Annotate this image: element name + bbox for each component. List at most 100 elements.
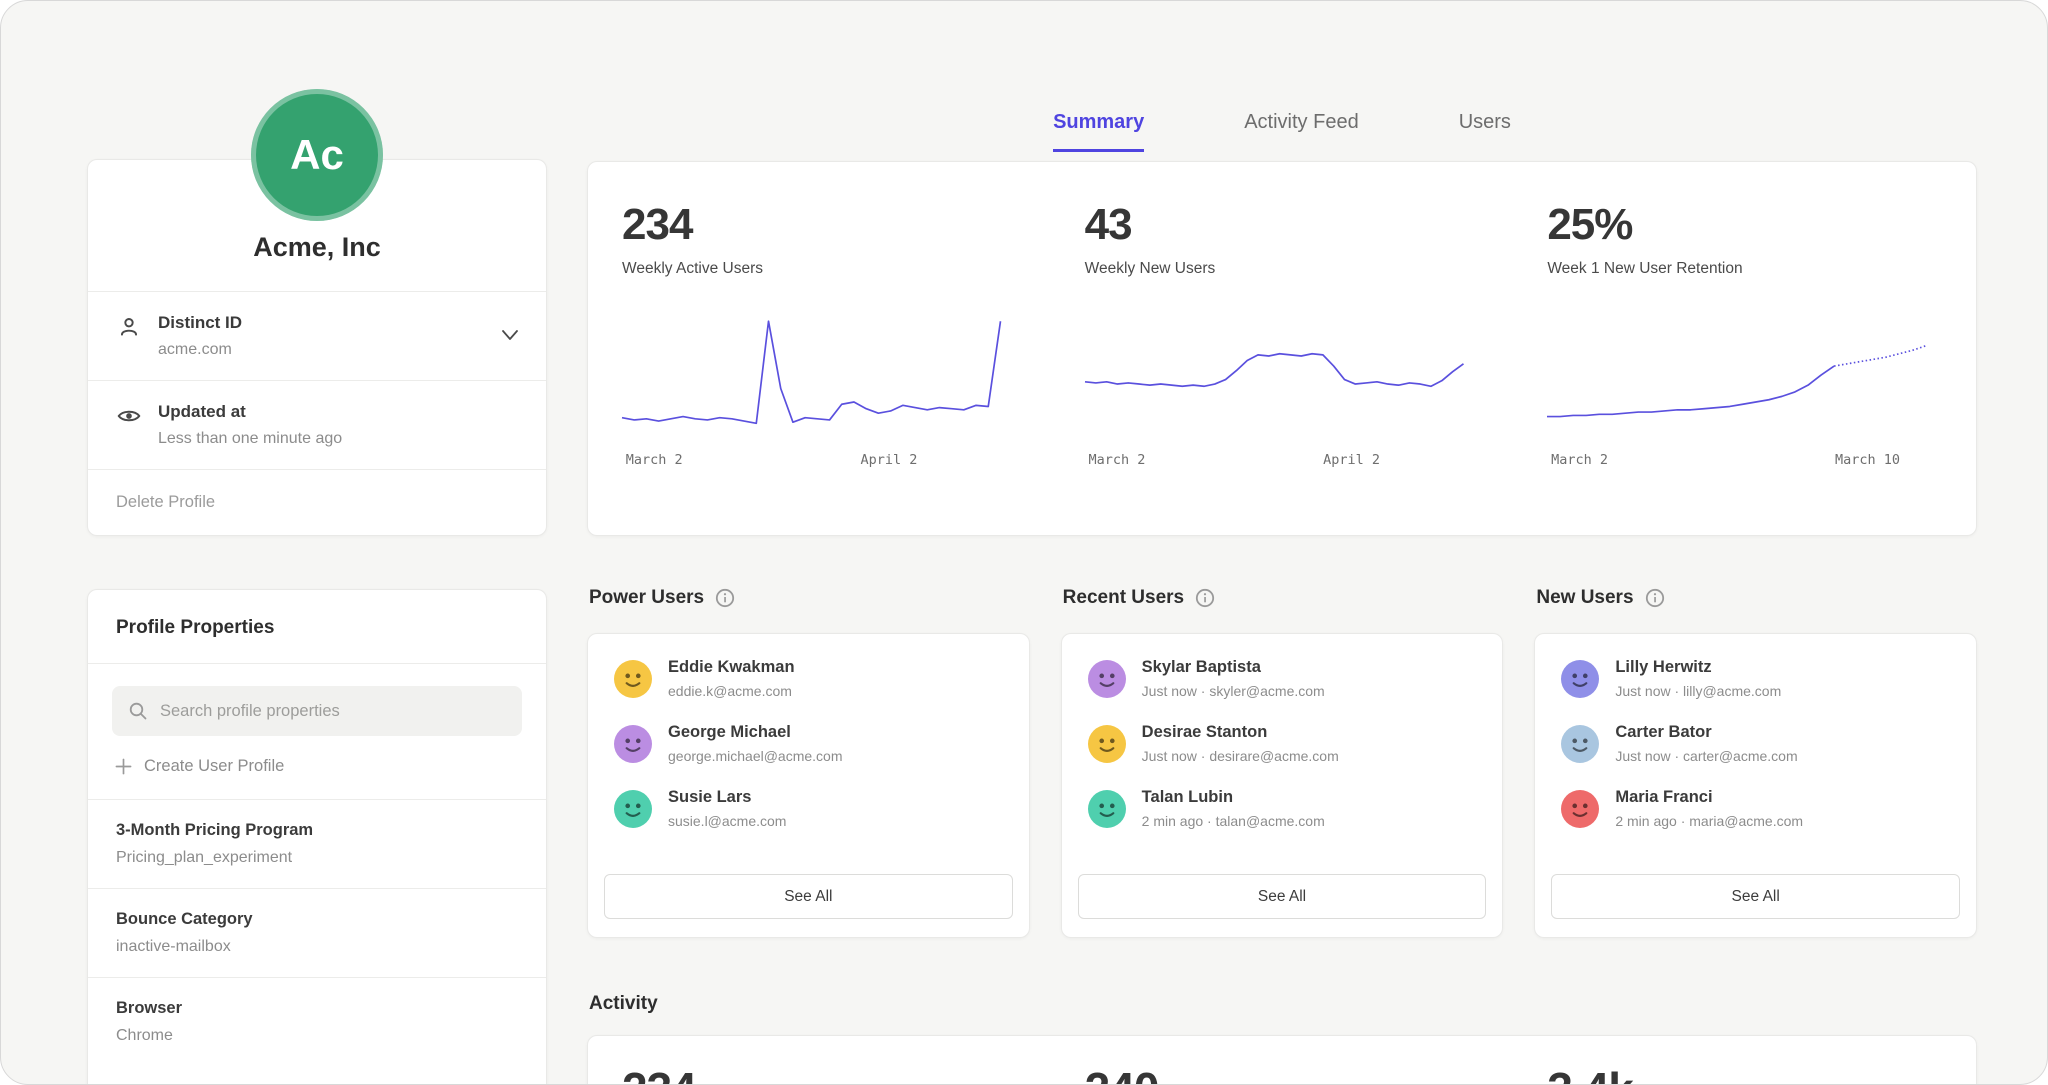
property-row: 3-Month Pricing Program Pricing_plan_exp… <box>88 799 546 888</box>
stat-label: Weekly Active Users <box>622 260 1025 278</box>
user-row[interactable]: Carter Bator Just now · carter@acme.com <box>1535 711 1976 776</box>
property-name: 3-Month Pricing Program <box>116 821 518 840</box>
property-row: Browser Chrome <box>88 977 546 1066</box>
eye-icon <box>116 403 142 429</box>
recent-users-column: Recent Users Skylar Baptista <box>1061 587 1504 938</box>
property-name: Browser <box>116 999 518 1018</box>
user-row[interactable]: Susie Lars susie.l@acme.com <box>588 776 1029 841</box>
face-icon <box>1561 660 1599 698</box>
app-window: Ac Acme, Inc Distinct ID acme.com <box>0 0 2048 1085</box>
create-user-profile-button[interactable]: Create User Profile <box>88 736 546 799</box>
delete-profile-button[interactable]: Delete Profile <box>88 469 546 535</box>
x-tick-right: April 2 <box>1323 452 1380 468</box>
property-value: Chrome <box>116 1027 518 1045</box>
user-row[interactable]: Skylar Baptista Just now · skyler@acme.c… <box>1062 646 1503 711</box>
search-icon <box>128 701 148 721</box>
activity-stat-value: 240 <box>1051 1036 1514 1085</box>
user-row[interactable]: Lilly Herwitz Just now · lilly@acme.com <box>1535 646 1976 711</box>
face-icon <box>614 660 652 698</box>
x-tick-right: April 2 <box>860 452 917 468</box>
stat-value: 234 <box>622 200 1025 250</box>
new-users-title: New Users <box>1536 587 1633 609</box>
tab-users[interactable]: Users <box>1459 111 1511 152</box>
tab-activity-feed[interactable]: Activity Feed <box>1244 111 1358 152</box>
user-avatar <box>614 725 652 763</box>
user-name: Desirae Stanton <box>1142 723 1339 742</box>
search-input[interactable] <box>160 702 506 721</box>
user-avatar <box>614 660 652 698</box>
profile-properties-card: Profile Properties Create User Profile 3… <box>87 589 547 1085</box>
plus-icon <box>115 758 132 775</box>
updated-at-row: Updated at Less than one minute ago <box>88 380 546 469</box>
updated-at-label: Updated at <box>158 402 342 422</box>
activity-section-title: Activity <box>589 993 658 1015</box>
user-meta: Just now · skyler@acme.com <box>1142 683 1325 699</box>
info-icon[interactable] <box>715 588 735 608</box>
x-axis: March 2 April 2 <box>1085 452 1463 472</box>
stat-value: 25% <box>1547 200 1950 250</box>
activity-stats-card: 234 240 3.4k <box>587 1035 1977 1085</box>
chevron-down-icon[interactable] <box>500 328 520 342</box>
user-meta: susie.l@acme.com <box>668 813 786 829</box>
activity-stat-value: 234 <box>588 1036 1051 1085</box>
profile-properties-title: Profile Properties <box>88 590 546 664</box>
week1-retention-sparkline <box>1547 308 1925 440</box>
user-avatar <box>1561 725 1599 763</box>
updated-at-value: Less than one minute ago <box>158 430 342 448</box>
recent-users-card: Skylar Baptista Just now · skyler@acme.c… <box>1061 633 1504 938</box>
user-meta: george.michael@acme.com <box>668 748 843 764</box>
face-icon <box>1088 790 1126 828</box>
user-row[interactable]: Talan Lubin 2 min ago · talan@acme.com <box>1062 776 1503 841</box>
user-avatar <box>614 790 652 828</box>
tab-summary[interactable]: Summary <box>1053 111 1144 152</box>
stat-weekly-active-users: 234 Weekly Active Users March 2 April 2 <box>588 162 1051 535</box>
main-content: Summary Activity Feed Users 234 Weekly A… <box>587 1 1977 1084</box>
company-avatar: Ac <box>251 89 383 221</box>
user-avatar <box>1088 725 1126 763</box>
distinct-id-row: Distinct ID acme.com <box>88 291 546 380</box>
property-row: Bounce Category inactive-mailbox <box>88 888 546 977</box>
user-meta: eddie.k@acme.com <box>668 683 795 699</box>
property-name: Bounce Category <box>116 910 518 929</box>
recent-users-title: Recent Users <box>1063 587 1184 609</box>
stat-weekly-new-users: 43 Weekly New Users March 2 April 2 <box>1051 162 1514 535</box>
user-name: George Michael <box>668 723 843 742</box>
info-icon[interactable] <box>1195 588 1215 608</box>
x-axis: March 2 April 2 <box>622 452 1000 472</box>
new-users-column: New Users Lilly Herwitz Just <box>1534 587 1977 938</box>
see-all-button[interactable]: See All <box>1078 874 1487 919</box>
user-row[interactable]: Eddie Kwakman eddie.k@acme.com <box>588 646 1029 711</box>
info-icon[interactable] <box>1645 588 1665 608</box>
user-meta: 2 min ago · maria@acme.com <box>1615 813 1803 829</box>
user-row[interactable]: Maria Franci 2 min ago · maria@acme.com <box>1535 776 1976 841</box>
profile-properties-search[interactable] <box>112 686 522 736</box>
power-users-column: Power Users Eddie Kwakman ed <box>587 587 1030 938</box>
face-icon <box>1088 725 1126 763</box>
x-axis: March 2 March 10 <box>1547 452 1925 472</box>
user-name: Eddie Kwakman <box>668 658 795 677</box>
user-name: Talan Lubin <box>1142 788 1325 807</box>
new-users-card: Lilly Herwitz Just now · lilly@acme.com … <box>1534 633 1977 938</box>
user-name: Maria Franci <box>1615 788 1803 807</box>
distinct-id-label: Distinct ID <box>158 313 242 333</box>
user-row[interactable]: George Michael george.michael@acme.com <box>588 711 1029 776</box>
summary-stats-card: 234 Weekly Active Users March 2 April 2 … <box>587 161 1977 536</box>
user-avatar <box>1561 790 1599 828</box>
user-avatar <box>1088 790 1126 828</box>
user-meta: Just now · lilly@acme.com <box>1615 683 1781 699</box>
face-icon <box>614 725 652 763</box>
property-value: Pricing_plan_experiment <box>116 849 518 867</box>
stat-value: 43 <box>1085 200 1488 250</box>
see-all-button[interactable]: See All <box>604 874 1013 919</box>
user-name: Lilly Herwitz <box>1615 658 1781 677</box>
weekly-new-users-sparkline <box>1085 308 1463 440</box>
see-all-button[interactable]: See All <box>1551 874 1960 919</box>
user-lists-row: Power Users Eddie Kwakman ed <box>587 587 1977 938</box>
user-avatar <box>1561 660 1599 698</box>
face-icon <box>1088 660 1126 698</box>
user-meta: Just now · carter@acme.com <box>1615 748 1797 764</box>
user-name: Susie Lars <box>668 788 786 807</box>
activity-stat-value: 3.4k <box>1513 1036 1976 1085</box>
user-name: Carter Bator <box>1615 723 1797 742</box>
user-row[interactable]: Desirae Stanton Just now · desirare@acme… <box>1062 711 1503 776</box>
